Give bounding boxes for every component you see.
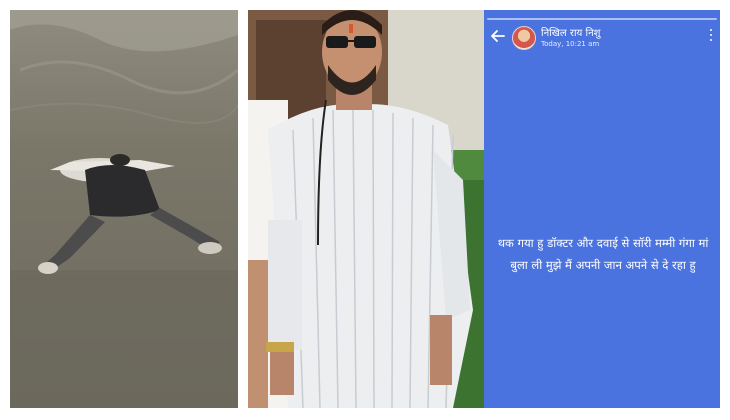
arrow-left-icon bbox=[491, 30, 505, 42]
man-portrait-photo bbox=[248, 10, 484, 408]
river-photo-image bbox=[10, 10, 238, 408]
story-user-name[interactable]: निखिल राय निशु bbox=[541, 25, 600, 39]
avatar[interactable] bbox=[512, 26, 536, 50]
status-text: थक गया हु डॉक्टर और दवाई से सॉरी मम्मी ग… bbox=[497, 236, 709, 272]
back-button[interactable] bbox=[490, 28, 506, 44]
story-timestamp: Today, 10:21 am bbox=[541, 40, 600, 48]
man-portrait-image bbox=[248, 10, 484, 408]
menu-dot bbox=[710, 29, 712, 32]
menu-dot bbox=[710, 38, 712, 41]
menu-dot bbox=[710, 33, 712, 36]
status-story-screen: निखिल राय निशु Today, 10:21 am थक गया हु… bbox=[484, 10, 720, 408]
river-photo bbox=[10, 10, 238, 408]
more-vertical-icon[interactable] bbox=[708, 28, 714, 42]
story-progress-bar bbox=[487, 18, 717, 20]
